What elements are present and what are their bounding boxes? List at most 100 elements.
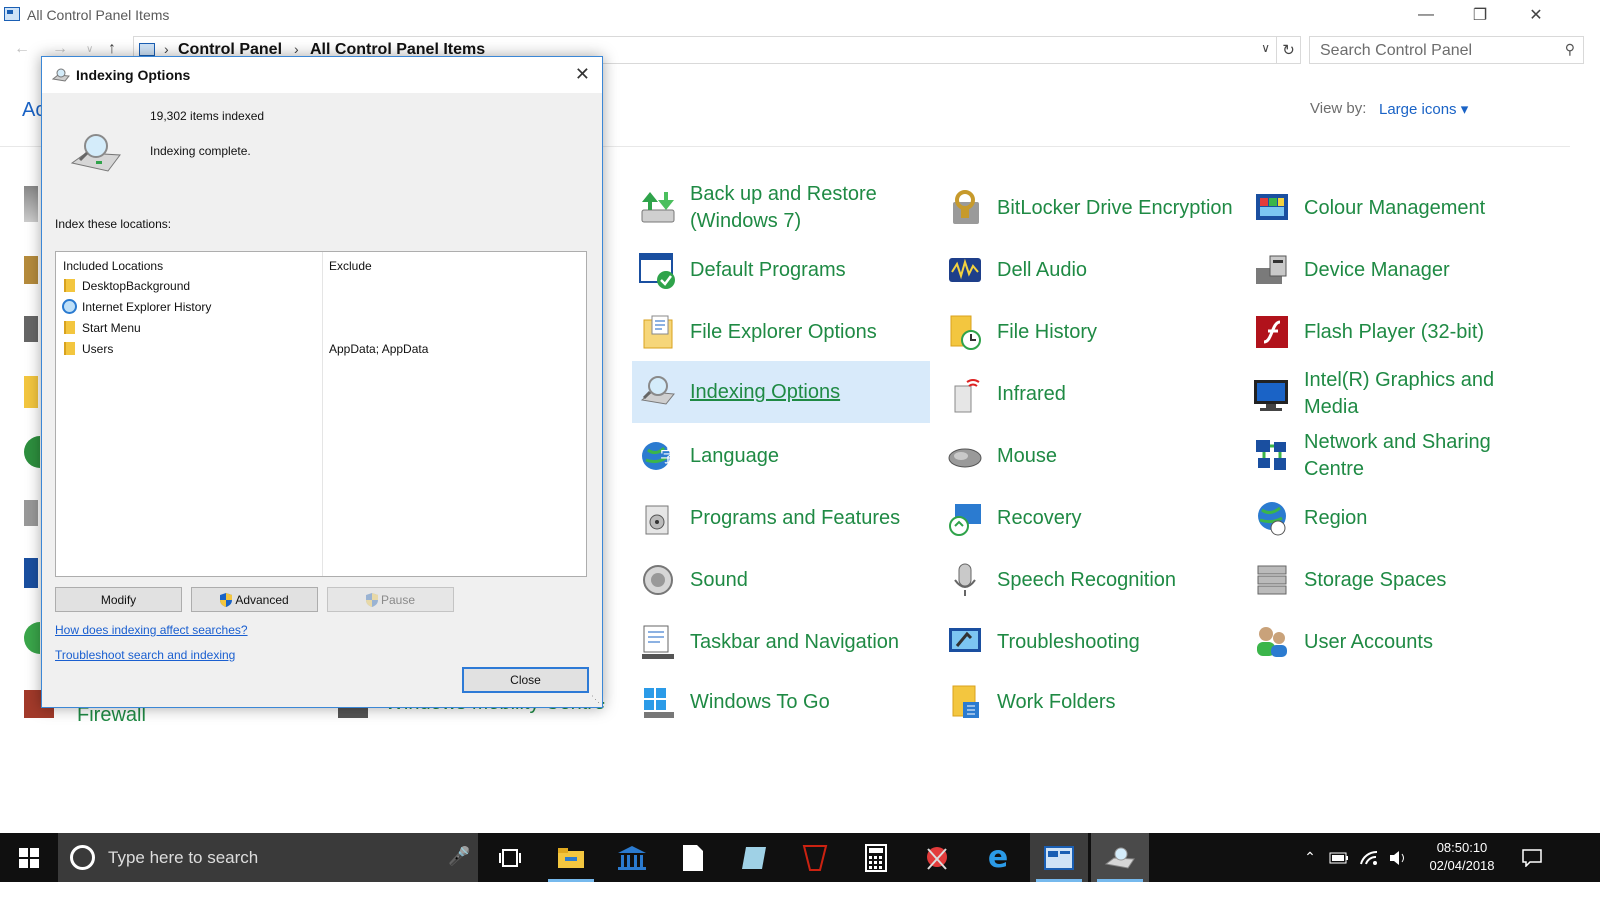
svg-text:字: 字 (660, 447, 676, 466)
list-item[interactable]: Start Menu (62, 318, 582, 338)
cp-item-taskbar-navigation[interactable]: Taskbar and Navigation (632, 611, 930, 673)
partial-item-icon[interactable] (24, 376, 38, 408)
wifi-icon[interactable] (1356, 833, 1382, 882)
cp-item-mouse[interactable]: Mouse (939, 425, 1237, 487)
colour-management-icon (1252, 188, 1292, 228)
folder-icon (64, 321, 75, 334)
cp-item-network-sharing[interactable]: Network and Sharing Centre (1246, 425, 1544, 487)
cp-item-programs-features[interactable]: Programs and Features (632, 487, 930, 549)
cp-item-sound[interactable]: Sound (632, 549, 930, 611)
partial-item-icon[interactable] (24, 316, 38, 342)
window-title: All Control Panel Items (27, 7, 170, 23)
clock[interactable]: 08:50:10 02/04/2018 (1422, 839, 1502, 875)
volume-icon[interactable] (1386, 833, 1412, 882)
cp-label: User Accounts (1304, 630, 1433, 653)
cp-item-language[interactable]: 字 Language (632, 425, 930, 487)
partial-item-icon[interactable] (24, 622, 40, 654)
cp-item-indexing-options[interactable]: Indexing Options (632, 361, 930, 423)
start-button[interactable] (0, 833, 58, 882)
indexing-status: Indexing complete. (150, 144, 251, 158)
programs-features-icon (638, 498, 678, 538)
indexing-options-taskbar-icon[interactable] (1091, 833, 1149, 882)
list-item[interactable]: DesktopBackground (62, 276, 582, 296)
partial-item-icon[interactable] (24, 500, 38, 526)
cp-item-bitlocker[interactable]: BitLocker Drive Encryption (939, 177, 1237, 239)
pause-button[interactable]: Pause (327, 587, 454, 612)
device-manager-icon (1252, 250, 1292, 290)
cp-item-file-explorer-options[interactable]: File Explorer Options (632, 301, 930, 363)
edge-browser-icon[interactable]: e (969, 833, 1027, 882)
cp-item-troubleshooting[interactable]: Troubleshooting (939, 611, 1237, 673)
how-indexing-link[interactable]: How does indexing affect searches? (55, 623, 248, 637)
breadcrumb-separator-icon[interactable]: › (294, 41, 299, 57)
breadcrumb-separator-icon[interactable]: › (164, 41, 169, 57)
locations-list[interactable]: Included Locations Exclude DesktopBackgr… (55, 251, 587, 577)
task-view-icon[interactable] (481, 833, 539, 882)
list-item[interactable]: Internet Explorer History (62, 297, 582, 317)
running-indicator (1097, 879, 1143, 882)
cp-item-default-programs[interactable]: Default Programs (632, 239, 930, 301)
dialog-title-bar[interactable]: Indexing Options ✕ (42, 57, 602, 93)
search-input[interactable]: Search Control Panel ⚲ (1309, 36, 1584, 64)
control-panel-taskbar-icon[interactable] (603, 833, 661, 882)
cp-item-windows-to-go[interactable]: Windows To Go (632, 671, 930, 733)
cp-item-intel-graphics[interactable]: Intel(R) Graphics and Media (1246, 363, 1544, 425)
maximize-button[interactable]: ❐ (1452, 0, 1508, 30)
cp-item-recovery[interactable]: Recovery (939, 487, 1237, 549)
cp-item-file-history[interactable]: File History (939, 301, 1237, 363)
address-dropdown-icon[interactable]: ∨ (1261, 41, 1270, 55)
back-arrow-icon[interactable]: ← (14, 40, 30, 58)
action-center-icon[interactable] (1512, 833, 1552, 882)
location-name: Start Menu (82, 321, 141, 335)
view-by-dropdown[interactable]: Large icons ▾ (1379, 100, 1468, 118)
cp-item-user-accounts[interactable]: User Accounts (1246, 611, 1544, 673)
cp-item-speech-recognition[interactable]: Speech Recognition (939, 549, 1237, 611)
microphone-icon[interactable]: 🎤 (448, 846, 470, 867)
cp-item-infrared[interactable]: Infrared (939, 363, 1237, 425)
close-window-button[interactable]: ✕ (1508, 0, 1564, 30)
cp-item-region[interactable]: Region (1246, 487, 1544, 549)
cp-label: Sound (690, 568, 748, 591)
resize-grip-icon[interactable]: ⋱ (591, 694, 600, 705)
recent-locations-icon[interactable]: ∨ (86, 44, 93, 55)
show-hidden-icons-icon[interactable]: ⌃ (1298, 833, 1322, 882)
list-item[interactable]: Users AppData; AppData (62, 339, 582, 359)
file-explorer-icon[interactable] (542, 833, 600, 882)
battery-icon[interactable] (1326, 833, 1352, 882)
taskbar-search-box[interactable]: Type here to search 🎤 (58, 833, 478, 882)
refresh-icon[interactable]: ↻ (1276, 37, 1300, 63)
cp-item-flash-player[interactable]: Flash Player (32-bit) (1246, 301, 1544, 363)
search-icon[interactable]: ⚲ (1565, 41, 1575, 58)
cp-label: Work Folders (997, 690, 1116, 713)
partial-item-icon[interactable] (24, 436, 40, 468)
cp-item-dell-audio[interactable]: Dell Audio (939, 239, 1237, 301)
cp-item-storage-spaces[interactable]: Storage Spaces (1246, 549, 1544, 611)
modify-button[interactable]: Modify (55, 587, 182, 612)
cp-item-device-manager[interactable]: Device Manager (1246, 239, 1544, 301)
calculator-icon[interactable] (847, 833, 905, 882)
document-icon[interactable] (664, 833, 722, 882)
cp-item-backup-restore[interactable]: Back up and Restore (Windows 7) (632, 177, 930, 239)
cp-item-colour-management[interactable]: Colour Management (1246, 177, 1544, 239)
cp-item-work-folders[interactable]: Work Folders (939, 671, 1237, 733)
minimize-button[interactable]: — (1398, 0, 1454, 30)
advanced-button[interactable]: Advanced (191, 587, 318, 612)
col-included-header: Included Locations (63, 259, 164, 273)
partial-item-icon[interactable] (24, 558, 38, 588)
control-panel-active-icon[interactable] (1030, 833, 1088, 882)
close-button[interactable]: Close (462, 667, 589, 693)
red-app-icon[interactable] (786, 833, 844, 882)
partial-item-icon[interactable] (24, 256, 38, 284)
uac-shield-icon (220, 592, 233, 607)
partial-item-icon[interactable] (24, 186, 38, 222)
cp-label: Colour Management (1304, 196, 1486, 219)
mouse-icon (945, 436, 985, 476)
indexing-options-small-icon (51, 67, 70, 88)
snipping-tool-icon[interactable] (908, 833, 966, 882)
troubleshoot-link[interactable]: Troubleshoot search and indexing (55, 648, 235, 662)
notes-app-icon[interactable] (725, 833, 783, 882)
default-programs-icon (638, 250, 678, 290)
close-icon[interactable]: ✕ (575, 64, 590, 85)
cp-label: Region (1304, 506, 1368, 529)
cp-label: Programs and Features (690, 506, 901, 529)
